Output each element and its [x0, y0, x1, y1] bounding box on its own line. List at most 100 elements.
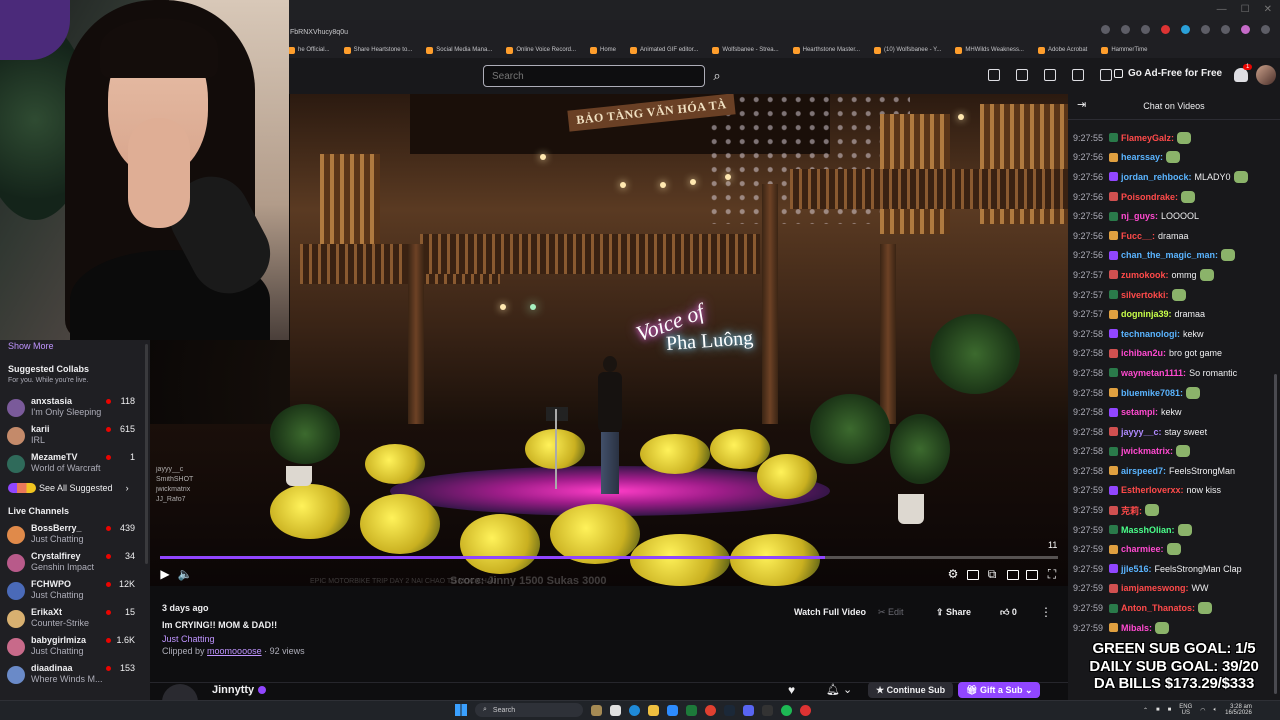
sidebar-channel[interactable]: FCHWPO Just Chatting 12K — [7, 579, 137, 603]
maximize-button[interactable]: ☐ — [1241, 4, 1250, 15]
sidebar-channel[interactable]: anxstasia I'm Only Sleeping 118 — [7, 396, 137, 420]
task-view-icon[interactable] — [610, 704, 621, 716]
see-all-suggested-button[interactable]: See All Suggested › — [8, 483, 129, 493]
windows-start-icon[interactable] — [455, 704, 467, 716]
chat-username[interactable]: jordan_rehbock: — [1121, 172, 1192, 182]
user-avatar[interactable] — [1256, 65, 1276, 85]
sidebar-channel[interactable]: MezameTV World of Warcraft 1 — [7, 452, 137, 476]
chat-username[interactable]: Mibals: — [1121, 623, 1152, 633]
chat-username[interactable]: chan_the_magic_man: — [1121, 250, 1218, 260]
chat-username[interactable]: hearssay: — [1121, 152, 1163, 162]
mail-icon[interactable] — [1016, 69, 1028, 81]
bookmark-item[interactable]: Social Media Mana... — [426, 46, 492, 54]
continue-sub-button[interactable]: ★ Continue Sub — [868, 682, 954, 698]
sidebar-channel[interactable]: diaadinaa Where Winds M... 153 — [7, 663, 137, 687]
sidebar-channel[interactable]: Crystalfirey Genshin Impact 34 — [7, 551, 137, 575]
chat-username[interactable]: airspeed7: — [1121, 466, 1166, 476]
sound-icon[interactable]: 🔈︎ — [1214, 707, 1218, 714]
chat-username[interactable]: Fucc__: — [1121, 231, 1155, 241]
channel-name[interactable]: Jinnytty — [212, 684, 267, 696]
sidebar-channel[interactable]: ErikaXt Counter-Strike 15 — [7, 607, 137, 631]
bookmark-star-icon[interactable] — [1121, 25, 1130, 34]
sidebar-channel[interactable]: babygirlmiza Just Chatting 1.6K — [7, 635, 137, 659]
theatre-mode-icon[interactable] — [967, 570, 979, 580]
bookmark-item[interactable]: MHWilds Weakness... — [955, 46, 1024, 54]
chat-username[interactable]: jayyy__c: — [1121, 427, 1162, 437]
ad-free-button[interactable]: Go Ad-Free for Free — [1114, 68, 1222, 79]
notification-bell-icon[interactable]: 🔔︎ ⌄ — [826, 683, 852, 696]
theatre-icon[interactable] — [1026, 570, 1038, 580]
chat-username[interactable]: dogninja39: — [1121, 309, 1172, 319]
chat-username[interactable]: FlameyGalz: — [1121, 133, 1174, 143]
network-icon[interactable]: ◠ — [1200, 707, 1205, 714]
bookmark-item[interactable]: Animated GIF editor... — [630, 46, 698, 54]
excel-icon[interactable] — [686, 704, 697, 716]
spotify-icon[interactable] — [781, 704, 792, 716]
settings-gear-icon[interactable]: ⚙ — [945, 566, 961, 582]
language-indicator[interactable]: ENG US — [1179, 704, 1192, 716]
clock[interactable]: 3:28 am 16/5/2026 — [1225, 704, 1252, 716]
fullscreen-icon[interactable]: ⛶ — [1044, 566, 1060, 582]
profile-icon[interactable] — [1241, 25, 1250, 34]
notifications-icon[interactable] — [1234, 68, 1248, 82]
share-button[interactable]: ⇪ Share — [936, 603, 971, 621]
edge-icon[interactable] — [629, 704, 640, 716]
bookmark-item[interactable]: he Official... — [288, 46, 330, 54]
chat-username[interactable]: technanologi: — [1121, 329, 1180, 339]
like-button[interactable]: 👍︎ 0 — [1000, 603, 1017, 621]
steam-icon[interactable] — [724, 704, 735, 716]
menu-icon[interactable] — [1261, 25, 1270, 34]
chat-username[interactable]: ichiban2u: — [1121, 348, 1166, 358]
clipper-link[interactable]: moomoooose — [207, 646, 262, 656]
chat-username[interactable]: Anton_Thanatos: — [1121, 603, 1195, 613]
address-bar[interactable]: FbRNXVhucy8q0u — [288, 24, 1280, 40]
chat-username[interactable]: jwickmatrix: — [1121, 446, 1173, 456]
whispers-icon[interactable] — [1044, 69, 1056, 81]
more-options-button[interactable]: ⋮ — [1040, 603, 1052, 621]
bookmark-item[interactable]: Wolfsbanee - Strea... — [712, 46, 779, 54]
chat-username[interactable]: waymetan1111: — [1121, 368, 1186, 378]
chat-username[interactable]: iamjameswong: — [1121, 583, 1189, 593]
chat-username[interactable]: bluemike7081: — [1121, 388, 1183, 398]
file-explorer-icon[interactable] — [648, 704, 659, 716]
show-more-link[interactable]: Show More — [8, 341, 54, 351]
video-progress-bar[interactable] — [160, 556, 1058, 559]
miniplayer-icon[interactable] — [1007, 570, 1019, 580]
discord-icon[interactable] — [743, 704, 754, 716]
close-window-button[interactable]: ✕ — [1264, 4, 1272, 15]
tray-icon[interactable]: ■ — [1156, 707, 1160, 713]
search-input[interactable] — [483, 65, 705, 87]
chat-username[interactable]: zumokook: — [1121, 270, 1169, 280]
chrome-icon[interactable] — [705, 704, 716, 716]
edit-button[interactable]: ✂ Edit — [878, 603, 904, 621]
bookmark-item[interactable]: Home — [590, 46, 616, 54]
prime-icon[interactable] — [1072, 69, 1084, 81]
widgets-icon[interactable] — [591, 704, 602, 716]
zoom-icon[interactable] — [667, 704, 678, 716]
chat-username[interactable]: Poisondrake: — [1121, 192, 1178, 202]
bookmark-item[interactable]: Adobe Acrobat — [1037, 46, 1087, 54]
watch-full-video-button[interactable]: Watch Full Video — [786, 603, 874, 621]
gift-sub-button[interactable]: 🎁︎ Gift a Sub ⌄ — [958, 682, 1041, 698]
bookmark-item[interactable]: (10) Wolfsbanee - Y... — [874, 46, 941, 54]
chat-username[interactable]: setampi: — [1121, 407, 1158, 417]
clip-icon[interactable]: ⧉ — [984, 566, 1000, 582]
chat-username[interactable]: nj_guys: — [1121, 211, 1158, 221]
sidebar-channel[interactable]: BossBerry_ Just Chatting 439 — [7, 523, 137, 547]
tray-icon[interactable]: ■ — [1168, 707, 1172, 713]
chat-username[interactable]: silvertokki: — [1121, 290, 1169, 300]
zoom-icon[interactable] — [1101, 25, 1110, 34]
extension-icon[interactable] — [1201, 25, 1210, 34]
bookmark-item[interactable]: Share Heartstone to... — [343, 46, 412, 54]
obs-icon[interactable] — [762, 704, 773, 716]
search-button[interactable]: ⌕ — [706, 65, 728, 87]
clip-category[interactable]: Just Chatting — [162, 634, 215, 644]
chat-username[interactable]: charmiee: — [1121, 544, 1164, 554]
taskbar-search[interactable]: ⌕ Search — [475, 703, 583, 717]
bookmark-item[interactable]: Online Voice Record... — [506, 46, 576, 54]
bits-icon[interactable] — [1100, 69, 1112, 81]
extension-icon[interactable] — [1141, 25, 1150, 34]
chat-username[interactable]: 克莉: — [1121, 504, 1142, 517]
chat-username[interactable]: Estherloverxx: — [1121, 485, 1184, 495]
minimize-button[interactable]: — — [1217, 4, 1227, 15]
